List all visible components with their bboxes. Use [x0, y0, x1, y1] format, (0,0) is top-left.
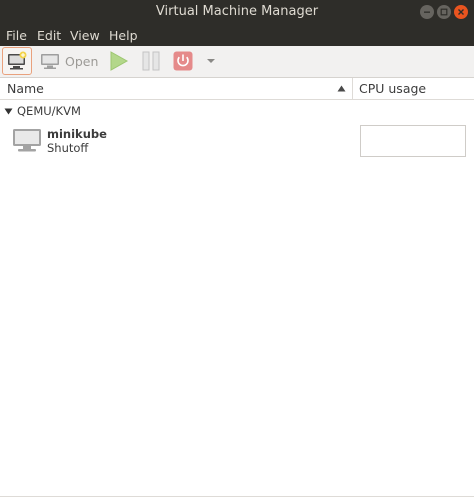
- column-header: Name CPU usage: [0, 78, 474, 100]
- cpu-usage-graph: [360, 125, 466, 157]
- run-button[interactable]: [108, 51, 130, 71]
- connection-row[interactable]: QEMU/KVM: [0, 104, 474, 120]
- close-button[interactable]: [454, 5, 468, 19]
- new-vm-icon: [8, 51, 27, 70]
- column-cpu-usage[interactable]: CPU usage: [359, 81, 426, 96]
- toolbar: Open: [0, 46, 474, 78]
- expander-down-icon[interactable]: [4, 108, 13, 115]
- monitor-icon: [41, 53, 59, 69]
- dropdown-arrow-icon: [207, 59, 215, 63]
- bottom-border: [0, 496, 474, 497]
- minimize-button[interactable]: [420, 5, 434, 19]
- play-icon: [110, 51, 129, 71]
- shutdown-menu-button[interactable]: [204, 55, 218, 67]
- column-separator[interactable]: [352, 78, 353, 99]
- menu-help[interactable]: Help: [109, 28, 138, 43]
- maximize-icon: [440, 8, 448, 16]
- menu-file[interactable]: File: [6, 28, 27, 43]
- vm-status: Shutoff: [47, 141, 89, 155]
- vm-row[interactable]: minikube Shutoff: [0, 122, 474, 162]
- app-window: Virtual Machine Manager File Edit View H…: [0, 0, 474, 499]
- pause-button[interactable]: [140, 51, 162, 71]
- open-button-label: Open: [65, 53, 99, 69]
- vm-monitor-icon: [13, 129, 41, 152]
- vm-name: minikube: [47, 127, 107, 141]
- title-bar[interactable]: Virtual Machine Manager: [0, 0, 474, 25]
- maximize-button[interactable]: [437, 5, 451, 19]
- sort-ascending-icon: [337, 85, 346, 92]
- minimize-icon: [424, 11, 430, 13]
- shutdown-button[interactable]: [172, 50, 194, 72]
- close-icon: [458, 9, 464, 15]
- column-name[interactable]: Name: [7, 81, 44, 96]
- new-vm-button[interactable]: [2, 47, 32, 75]
- power-icon: [173, 51, 193, 71]
- menu-bar: File Edit View Help: [0, 25, 474, 46]
- open-button[interactable]: Open: [40, 49, 98, 73]
- menu-view[interactable]: View: [70, 28, 100, 43]
- connection-label: QEMU/KVM: [17, 104, 81, 118]
- pause-icon: [142, 51, 160, 71]
- menu-edit[interactable]: Edit: [37, 28, 61, 43]
- window-title: Virtual Machine Manager: [155, 4, 319, 19]
